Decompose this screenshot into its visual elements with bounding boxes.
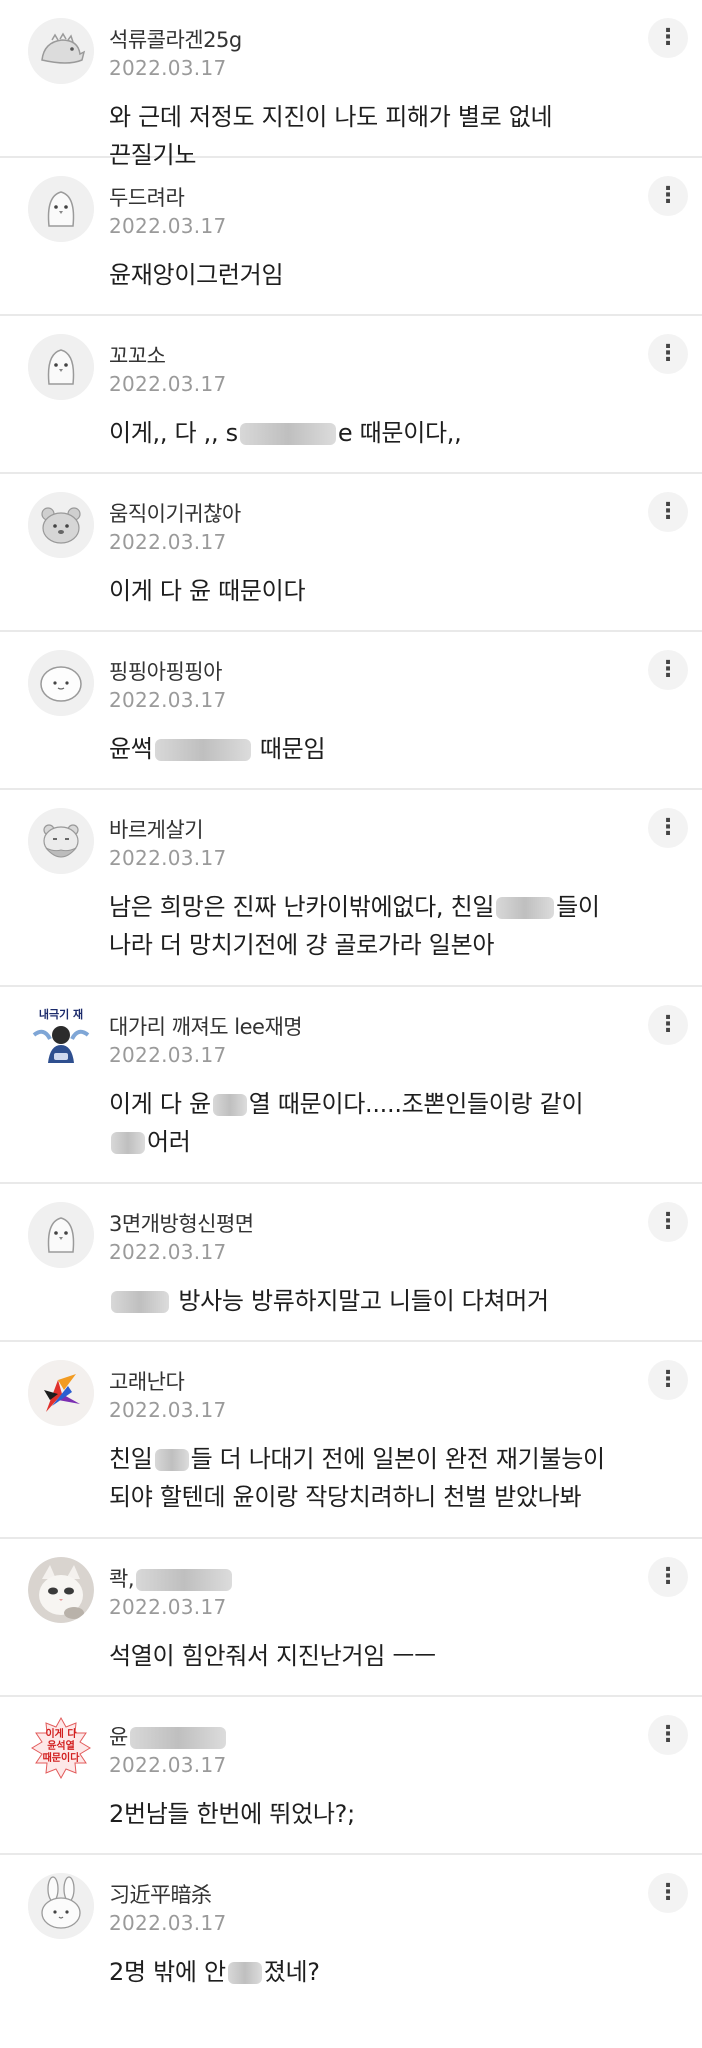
comment-item: 고래난다 2022.03.17 ⋮ 친일 들 더 나대기 전에 일본이 완전 재기…: [0, 1342, 702, 1539]
comment-nickname-part: 윤: [109, 1725, 128, 1749]
comment-item: 꼬꼬소 2022.03.17 ⋮ 이게,, 다 ,, s e 때문이다,,: [0, 316, 702, 474]
more-vertical-icon[interactable]: ⋮: [648, 650, 688, 690]
censor-blur: [239, 423, 336, 445]
comment-item: 석류콜라겐25g 2022.03.17 ⋮ 와 근데 저정도 지진이 나도 피해…: [0, 0, 702, 169]
text-sticker-icon[interactable]: 이게 다 윤석열 때문이다: [28, 1715, 94, 1781]
comment-date: 2022.03.17: [109, 1753, 227, 1777]
comment-date: 2022.03.17: [109, 56, 227, 80]
bearded-face-icon[interactable]: [28, 808, 94, 874]
comment-text-part: 이게 다 윤: [109, 1090, 211, 1118]
comment-date: 2022.03.17: [109, 688, 227, 712]
comment-text: 이게 다 윤 때문이다: [109, 577, 306, 605]
comment-text-part: 이게,, 다 ,, s: [109, 419, 238, 447]
sticker-header-text: 내극기 재: [39, 1007, 83, 1021]
comment-item: 3면개방형신평면 2022.03.17 ⋮ 방사능 방류하지말고 니들이 다쳐머…: [0, 1184, 702, 1342]
bear-icon[interactable]: [28, 492, 94, 558]
censor-blur: [129, 1727, 226, 1749]
comment-nickname-part: 콱,: [109, 1567, 135, 1591]
censor-blur: [136, 1569, 232, 1591]
more-vertical-icon[interactable]: ⋮: [648, 334, 688, 374]
censor-blur: [111, 1291, 169, 1313]
comment-text-part: 남은 희망은 진짜 난카이밖에없다, 친일: [109, 893, 495, 921]
more-vertical-icon[interactable]: ⋮: [648, 1557, 688, 1597]
comment-date: 2022.03.17: [109, 1911, 227, 1935]
comment-date: 2022.03.17: [109, 372, 227, 396]
more-vertical-icon[interactable]: ⋮: [648, 1202, 688, 1242]
comment-text-part: 방사능 방류하지말고 니들이 다쳐머거: [171, 1287, 549, 1315]
comment-text-part: 열 때문이다.....조뽄인들이랑 같이: [248, 1090, 584, 1118]
more-vertical-icon[interactable]: ⋮: [648, 1360, 688, 1400]
comment-text-part: 때문임: [252, 735, 326, 763]
comment-nickname[interactable]: 3면개방형신평면: [109, 1208, 254, 1238]
more-vertical-icon[interactable]: ⋮: [648, 1873, 688, 1913]
comment-item: 내극기 재 대가리 깨져도 lee재명 2022.03.17 ⋮ 이게 다 윤 열…: [0, 987, 702, 1184]
censor-blur: [154, 739, 251, 761]
comment-text-part: 졌네?: [263, 1958, 320, 1986]
comment-text: 2명 밖에 안 졌네?: [109, 1953, 669, 1991]
penguin-icon[interactable]: [28, 176, 94, 242]
comment-item: 콱, 2022.03.17 ⋮ 석열이 힘안줘서 지진난거임 ㅡㅡ: [0, 1539, 702, 1697]
sticker-text: 이게 다 윤석열 때문이다: [42, 1729, 80, 1764]
comment-nickname[interactable]: 习近平暗杀: [109, 1879, 212, 1909]
comment-item: 두드려라 2022.03.17 ⋮ 윤재앙이그런거임: [0, 158, 702, 316]
comment-text: 2번남들 한번에 뛰었나?;: [109, 1800, 355, 1828]
comment-nickname[interactable]: 핑핑아핑핑아: [109, 656, 222, 686]
censor-blur: [496, 897, 555, 919]
comment-nickname[interactable]: 고래난다: [109, 1366, 185, 1396]
comment-text: 남은 희망은 진짜 난카이밖에없다, 친일 들이 나라 더 망치기전에 걍 골로가…: [109, 888, 669, 964]
round-face-icon[interactable]: [28, 650, 94, 716]
character-sticker-icon[interactable]: 내극기 재: [28, 1005, 94, 1071]
comment-nickname[interactable]: 움직이기귀찮아: [109, 498, 241, 528]
comment-nickname[interactable]: 두드려라: [109, 182, 185, 212]
censor-blur: [111, 1132, 145, 1154]
comment-date: 2022.03.17: [109, 1398, 227, 1422]
comment-nickname[interactable]: 대가리 깨져도 lee재명: [109, 1011, 303, 1041]
comment-text: 윤재앙이그런거임: [109, 261, 284, 289]
comment-text: 이게,, 다 ,, s e 때문이다,,: [109, 414, 669, 452]
comment-text: 이게 다 윤 열 때문이다.....조뽄인들이랑 같이 어러: [109, 1085, 669, 1161]
comment-list: 석류콜라겐25g 2022.03.17 ⋮ 와 근데 저정도 지진이 나도 피해…: [0, 0, 702, 2033]
comment-text-part: 윤썩: [109, 735, 153, 763]
comment-text-part: 친일: [109, 1445, 153, 1473]
rabbit-icon[interactable]: [28, 1873, 94, 1939]
comment-item: 习近平暗杀 2022.03.17 ⋮ 2명 밖에 안 졌네?: [0, 1855, 702, 2033]
comment-date: 2022.03.17: [109, 1240, 227, 1264]
comment-date: 2022.03.17: [109, 846, 227, 870]
cat-photo-icon[interactable]: [28, 1557, 94, 1623]
censor-blur: [227, 1962, 262, 1984]
comment-nickname[interactable]: 석류콜라겐25g: [109, 24, 242, 54]
comment-text-part: e 때문이다,,: [337, 419, 462, 447]
comment-text: 윤썩 때문임: [109, 730, 669, 768]
more-vertical-icon[interactable]: ⋮: [648, 18, 688, 58]
censor-blur: [154, 1449, 189, 1471]
censor-blur: [212, 1094, 247, 1116]
comment-date: 2022.03.17: [109, 1595, 227, 1619]
comment-date: 2022.03.17: [109, 530, 227, 554]
comment-nickname[interactable]: 꼬꼬소: [109, 340, 166, 370]
comment-date: 2022.03.17: [109, 1043, 227, 1067]
comment-item: 바르게살기 2022.03.17 ⋮ 남은 희망은 진짜 난카이밖에없다, 친일…: [0, 790, 702, 987]
more-vertical-icon[interactable]: ⋮: [648, 808, 688, 848]
comment-text: 친일 들 더 나대기 전에 일본이 완전 재기불능이 되야 할텐데 윤이랑 작당치…: [109, 1440, 669, 1516]
comment-nickname[interactable]: 바르게살기: [109, 814, 204, 844]
comment-item: 움직이기귀찮아 2022.03.17 ⋮ 이게 다 윤 때문이다: [0, 474, 702, 632]
comment-nickname[interactable]: 윤: [109, 1721, 228, 1751]
more-vertical-icon[interactable]: ⋮: [648, 492, 688, 532]
comment-item: 이게 다 윤석열 때문이다 윤 2022.03.17 ⋮ 2번남들 한번에 뛰었…: [0, 1697, 702, 1855]
penguin-icon[interactable]: [28, 1202, 94, 1268]
comment-text: 방사능 방류하지말고 니들이 다쳐머거: [109, 1282, 669, 1320]
comment-nickname[interactable]: 콱,: [109, 1563, 234, 1593]
more-vertical-icon[interactable]: ⋮: [648, 1005, 688, 1045]
comment-text: 석열이 힘안줘서 지진난거임 ㅡㅡ: [109, 1642, 436, 1670]
more-vertical-icon[interactable]: ⋮: [648, 176, 688, 216]
more-vertical-icon[interactable]: ⋮: [648, 1715, 688, 1755]
dinosaur-icon[interactable]: [28, 18, 94, 84]
comment-item: 핑핑아핑핑아 2022.03.17 ⋮ 윤썩 때문임: [0, 632, 702, 790]
comment-text-part: 2명 밖에 안: [109, 1958, 226, 1986]
colorful-bird-icon[interactable]: [28, 1360, 94, 1426]
comment-date: 2022.03.17: [109, 214, 227, 238]
penguin-icon[interactable]: [28, 334, 94, 400]
comment-text-part: 어러: [147, 1128, 191, 1156]
